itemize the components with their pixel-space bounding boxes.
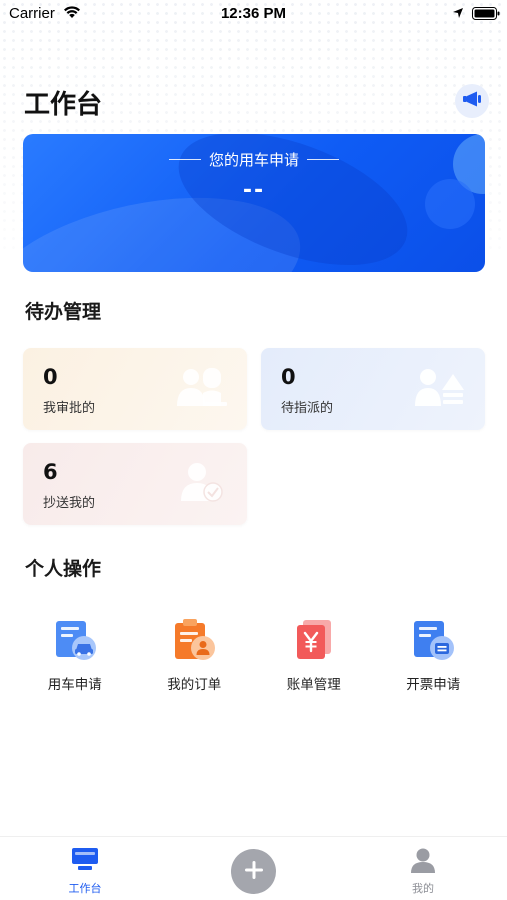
plus-icon xyxy=(243,859,265,885)
invoice-icon xyxy=(410,617,456,663)
action-invoice-apply[interactable]: 开票申请 xyxy=(374,617,494,697)
action-label: 开票申请 xyxy=(406,677,461,693)
bill-yen-icon xyxy=(291,617,337,663)
page-title: 工作台 xyxy=(24,90,103,120)
todo-count: 6 xyxy=(43,460,58,484)
person-icon xyxy=(409,847,437,877)
todo-card-approve[interactable]: 0 我审批的 xyxy=(23,348,247,430)
todo-section-title: 待办管理 xyxy=(25,301,102,323)
status-bar: Carrier 12:36 PM xyxy=(0,0,507,28)
todo-count: 0 xyxy=(43,365,58,389)
order-clipboard-icon xyxy=(171,617,217,663)
todo-label: 待指派的 xyxy=(281,401,334,416)
approve-people-icon xyxy=(175,366,229,414)
megaphone-icon xyxy=(462,90,482,112)
tab-workbench[interactable]: 工作台 xyxy=(45,847,125,896)
banner-title-row: 您的用车申请 xyxy=(23,149,485,170)
personal-section-title: 个人操作 xyxy=(25,558,102,580)
assign-person-icon xyxy=(413,366,467,414)
cc-person-icon xyxy=(175,461,229,509)
action-my-orders[interactable]: 我的订单 xyxy=(135,617,255,697)
action-label: 我的订单 xyxy=(167,677,222,693)
tab-label: 我的 xyxy=(412,882,434,895)
add-button[interactable] xyxy=(231,849,276,894)
todo-count: 0 xyxy=(281,365,296,389)
banner-title-line xyxy=(307,159,339,160)
action-bill-management[interactable]: 账单管理 xyxy=(254,617,374,697)
tab-label: 工作台 xyxy=(68,882,102,895)
battery-icon xyxy=(472,7,500,24)
banner-value: -- xyxy=(242,178,266,203)
personal-actions: 用车申请 我的订单 账单管理 开票申请 xyxy=(15,617,493,697)
location-arrow-icon xyxy=(452,6,464,23)
status-time: 12:36 PM xyxy=(220,5,287,22)
todo-card-assign[interactable]: 0 待指派的 xyxy=(261,348,485,430)
todo-card-cc[interactable]: 6 抄送我的 xyxy=(23,443,247,525)
banner-title-line xyxy=(168,159,201,160)
action-label: 用车申请 xyxy=(47,677,102,693)
action-label: 账单管理 xyxy=(286,677,341,693)
action-car-apply[interactable]: 用车申请 xyxy=(15,617,135,697)
workbench-icon xyxy=(71,847,99,877)
todo-label: 我审批的 xyxy=(43,401,96,416)
banner-title: 您的用车申请 xyxy=(208,151,299,169)
tab-mine[interactable]: 我的 xyxy=(383,847,463,896)
car-application-banner[interactable]: 您的用车申请 -- xyxy=(23,134,485,272)
todo-label: 抄送我的 xyxy=(43,496,96,511)
announcement-button[interactable] xyxy=(455,84,489,118)
car-apply-icon xyxy=(52,617,98,663)
